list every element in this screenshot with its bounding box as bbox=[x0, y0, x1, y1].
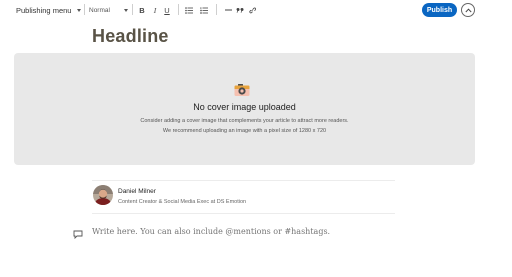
chevron-up-icon bbox=[464, 7, 472, 12]
underline-button[interactable]: U bbox=[161, 3, 173, 17]
toolbar-divider bbox=[216, 4, 217, 15]
divider bbox=[92, 180, 395, 181]
link-icon bbox=[248, 7, 256, 13]
bold-button[interactable]: B bbox=[136, 3, 148, 17]
numbered-list-button[interactable] bbox=[198, 3, 210, 17]
camera-icon bbox=[234, 83, 250, 102]
avatar bbox=[93, 185, 113, 205]
chevron-down-icon bbox=[123, 8, 128, 12]
quote-button[interactable] bbox=[234, 3, 246, 17]
quote-icon bbox=[236, 8, 244, 13]
publishing-menu-label: Publishing menu bbox=[16, 5, 72, 15]
toolbar-divider bbox=[178, 4, 179, 15]
article-body-input[interactable] bbox=[92, 225, 402, 237]
cover-help-text: Consider adding a cover image that compl… bbox=[140, 118, 349, 124]
text-style-label: Normal bbox=[89, 6, 110, 14]
editor-toolbar: Publishing menu Normal B I U Publish bbox=[0, 0, 512, 20]
toolbar-divider bbox=[84, 4, 85, 15]
author-headline: Content Creator & Social Media Exec at D… bbox=[118, 199, 247, 205]
divider-line-button[interactable] bbox=[222, 3, 234, 17]
chevron-down-icon bbox=[77, 8, 82, 12]
publishing-menu-dropdown[interactable]: Publishing menu bbox=[16, 3, 82, 17]
divider bbox=[92, 213, 395, 214]
author-name: Daniel Milner bbox=[118, 188, 156, 195]
bulleted-list-button[interactable] bbox=[183, 3, 195, 17]
text-style-dropdown[interactable]: Normal bbox=[89, 3, 128, 17]
numbered-list-icon bbox=[200, 6, 208, 14]
publish-button[interactable]: Publish bbox=[422, 3, 457, 17]
italic-button[interactable]: I bbox=[149, 3, 161, 17]
horizontal-rule-icon bbox=[224, 9, 232, 11]
collapse-toolbar-button[interactable] bbox=[461, 3, 475, 17]
toolbar-divider bbox=[132, 4, 133, 15]
bulleted-list-icon bbox=[185, 6, 193, 14]
cover-size-recommendation: We recommend uploading an image with a p… bbox=[162, 128, 327, 134]
comment-icon[interactable] bbox=[73, 226, 83, 244]
link-button[interactable] bbox=[246, 3, 258, 17]
cover-empty-title: No cover image uploaded bbox=[193, 102, 296, 112]
article-headline[interactable]: Headline bbox=[92, 26, 169, 47]
